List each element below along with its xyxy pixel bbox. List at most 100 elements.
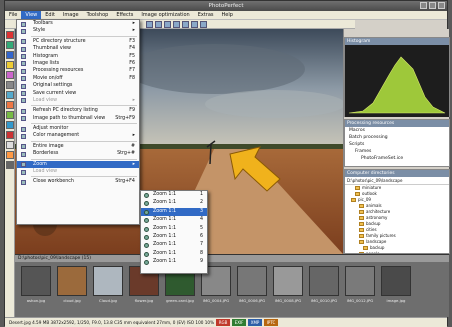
histogram-curve [345, 45, 449, 117]
rotate-right-icon[interactable] [182, 21, 189, 28]
tree-frameset[interactable]: PhotoFrameSet.ice [345, 155, 449, 162]
badge-iptc: IPTC [264, 319, 278, 326]
select-icon[interactable] [6, 141, 14, 149]
light-icon[interactable] [6, 61, 14, 69]
view_menu-item[interactable]: Thumbnail viewF4 [17, 45, 139, 52]
curves-icon[interactable] [6, 131, 14, 139]
rotate-left-icon[interactable] [173, 21, 180, 28]
view_menu-item-icon [21, 134, 26, 139]
view_menu-item[interactable]: Color management▸ [17, 132, 139, 139]
zoom_menu-item[interactable]: Zoom 1:11 [141, 191, 207, 199]
menu-toolshop[interactable]: Toolshop [83, 11, 113, 19]
gradient-icon[interactable] [6, 151, 14, 159]
levels-icon[interactable] [6, 111, 14, 119]
menu-image[interactable]: Image [59, 11, 83, 19]
zoom_menu-item[interactable]: Zoom 1:18 [141, 250, 207, 258]
thumbnail[interactable]: Cloud.jpg [93, 266, 123, 303]
tree-scripts[interactable]: Scripts [345, 141, 449, 148]
sharpen-icon[interactable] [6, 121, 14, 129]
thumbnail-image [93, 266, 123, 296]
view_menu-item-label: Toolbars [33, 20, 53, 27]
view_menu-item[interactable]: Refresh PC directory listingF9 [17, 107, 139, 114]
menu-extras[interactable]: Extras [194, 11, 218, 19]
thumbnail[interactable]: IMG_0012.JPG [345, 266, 375, 303]
thumbnail[interactable]: IMG_0006.JPG [237, 266, 267, 303]
folder-label: architecture [366, 209, 390, 214]
view_menu-item[interactable]: PC directory structureF3 [17, 38, 139, 45]
fit-icon[interactable] [164, 21, 171, 28]
move-icon[interactable] [6, 161, 14, 169]
view_menu-item[interactable]: Movie on/offF8 [17, 75, 139, 82]
thumbnail[interactable]: IMG_0008.JPG [273, 266, 303, 303]
view_menu-item-label: Zoom [33, 161, 47, 168]
red-eye-icon[interactable] [6, 31, 14, 39]
menu-effects[interactable]: Effects [112, 11, 137, 19]
view_menu-item-shortcut: # [131, 143, 135, 150]
zoom_menu-item[interactable]: Zoom 1:15 [141, 225, 207, 233]
zoom_menu-item-label: Zoom 1:1 [153, 199, 176, 207]
grid-icon[interactable] [200, 21, 207, 28]
menu-view[interactable]: View [21, 11, 41, 19]
thumbnail-caption: IMG_0008.JPG [275, 298, 301, 303]
close-icon[interactable] [438, 2, 445, 9]
zoom_menu-item[interactable]: Zoom 1:16 [141, 233, 207, 241]
view_menu-item[interactable]: Close workbenchStrg+F4 [17, 178, 139, 185]
menu-edit[interactable]: Edit [41, 11, 59, 19]
menu-help[interactable]: Help [218, 11, 237, 19]
minimize-icon[interactable] [420, 2, 427, 9]
view_menu-item[interactable]: Processing resourcesF7 [17, 67, 139, 74]
zoom_menu-item-icon [144, 210, 149, 215]
folder-icon [359, 228, 364, 232]
view_menu-item-label: Load view [33, 168, 57, 175]
stamp-icon[interactable] [6, 101, 14, 109]
right-panel: Histogram Processing resources Macros Ba… [343, 29, 449, 254]
thumbnail[interactable]: image.jpg [381, 266, 411, 303]
view_menu-item[interactable]: Zoom▸ [17, 161, 139, 168]
maximize-icon[interactable] [429, 2, 436, 9]
zoom_menu-item-shortcut: 1 [200, 191, 203, 199]
view_menu-item[interactable]: Style ▸ [17, 27, 139, 34]
view_menu-item[interactable]: Toolbars▸ [17, 20, 139, 27]
tree-batch[interactable]: Batch processing [345, 134, 449, 141]
zoom-out-icon[interactable] [155, 21, 162, 28]
menu-file[interactable]: File [5, 11, 21, 19]
brush-icon[interactable] [6, 51, 14, 59]
zoom_menu-item[interactable]: Zoom 1:17 [141, 241, 207, 249]
view_menu-item-label: Image lists [33, 60, 59, 67]
view_menu-item[interactable]: Adjust monitor [17, 125, 139, 132]
thumbnail[interactable]: cloud.jpg [57, 266, 87, 303]
submenu-arrow-icon: ▸ [133, 27, 135, 34]
folder-icon [355, 192, 360, 196]
view_menu-item-label: Close workbench [33, 178, 74, 185]
thumbnail[interactable]: ashon.jpg [21, 266, 51, 303]
view_menu-item-shortcut: F8 [129, 75, 135, 82]
zoom_menu-item[interactable]: Zoom 1:14 [141, 216, 207, 224]
menu-separator [31, 141, 137, 142]
view_menu-item[interactable]: HistogramF5 [17, 53, 139, 60]
view_menu-item[interactable]: Entire image# [17, 143, 139, 150]
effects-icon[interactable] [6, 71, 14, 79]
crop-icon[interactable] [191, 21, 198, 28]
view_menu-item[interactable]: Save current view [17, 90, 139, 97]
view_menu-item[interactable]: Image listsF6 [17, 60, 139, 67]
view_menu-item[interactable]: Image path to thumbnail viewStrg+F9 [17, 115, 139, 122]
view_menu-item-label: Histogram [33, 53, 58, 60]
zoom_menu-item[interactable]: Zoom 1:12 [141, 199, 207, 207]
zoom_menu-item-icon [144, 227, 149, 232]
text-icon[interactable] [6, 91, 14, 99]
tree-macros[interactable]: Macros [345, 127, 449, 134]
view_menu-item[interactable]: BorderlessStrg+# [17, 150, 139, 157]
folder-label: family pictures [366, 233, 396, 238]
folder-path[interactable]: D:\photos\pic_09\landscape [345, 177, 449, 185]
menu-image-optimization[interactable]: Image optimization [137, 11, 193, 19]
thumbnail[interactable]: IMG_0010.JPG [309, 266, 339, 303]
zoom_menu-item[interactable]: Zoom 1:13 [141, 208, 207, 216]
crop-tool-icon[interactable] [6, 81, 14, 89]
thumbnail-caption: flower.jpg [135, 298, 153, 303]
view_menu-item-label: Style [33, 27, 45, 34]
zoom_menu-item[interactable]: Zoom 1:19 [141, 258, 207, 266]
view_menu-item[interactable]: Original settings [17, 82, 139, 89]
zoom-in-icon[interactable] [146, 21, 153, 28]
tree-frames[interactable]: Frames [345, 148, 449, 155]
color-icon[interactable] [6, 41, 14, 49]
